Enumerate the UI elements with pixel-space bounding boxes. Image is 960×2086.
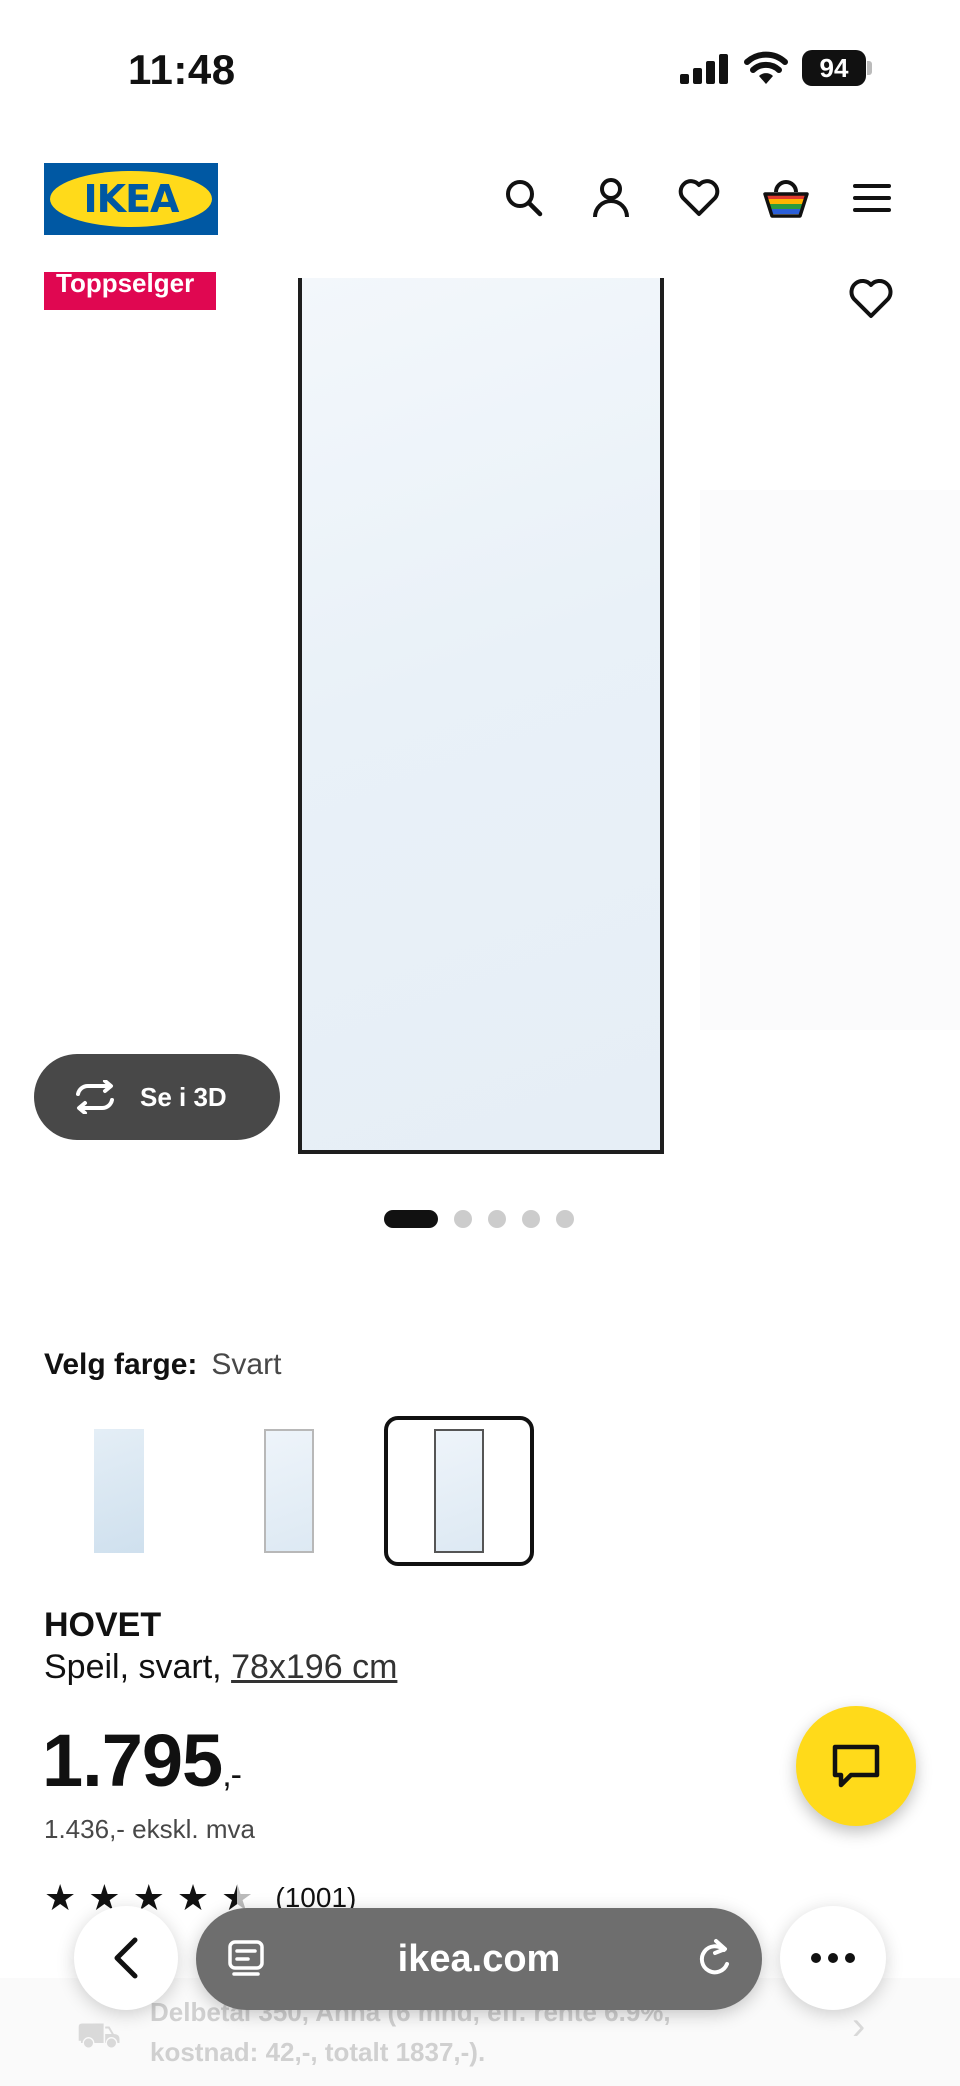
product-name: HOVET [44,1606,162,1644]
site-header: IKEA [0,150,960,250]
selected-color-value: Svart [211,1348,282,1381]
view-in-3d-label: Se i 3D [140,1081,227,1112]
star-icon: ★ [176,1877,210,1918]
favourites-icon[interactable] [673,172,725,224]
product-price: 1.795,- [42,1718,242,1803]
color-selector-label: Velg farge: Svart [44,1348,281,1382]
gallery-dot[interactable] [556,1210,574,1228]
browser-url[interactable]: ikea.com [196,1938,762,1981]
menu-icon[interactable] [846,172,898,224]
browser-back-button[interactable] [74,1906,178,2010]
search-icon[interactable] [498,172,550,224]
ikea-logo[interactable]: IKEA [44,163,218,235]
add-to-favourites-icon[interactable] [848,278,896,326]
gallery-dot[interactable] [454,1210,472,1228]
top-seller-badge: Toppselger [44,272,216,310]
cellular-signal-icon [680,54,728,84]
product-size-link[interactable]: 78x196 cm [231,1648,397,1686]
chevron-left-icon [114,1937,138,1979]
price-excluding-vat: 1.436,- ekskl. mva [44,1814,255,1844]
payment-icon: ⛟ [76,2014,122,2055]
swatch-image [264,1429,314,1553]
product-description: Speil, svart, 78x196 cm [44,1648,397,1687]
swatch-image [434,1429,484,1553]
chevron-right-icon: › [852,2004,866,2048]
gallery-pagination[interactable] [384,1210,574,1228]
top-seller-badge-label: Toppselger [56,272,195,298]
color-swatch-option-2[interactable] [214,1416,364,1566]
gallery-dot[interactable] [522,1210,540,1228]
price-suffix: ,- [222,1756,242,1794]
price-value: 1.795 [42,1719,223,1802]
color-swatch-selected[interactable] [384,1416,534,1566]
more-dot [845,1953,855,1963]
rotate-3d-icon [76,1080,114,1114]
more-dot [811,1953,821,1963]
browser-more-button[interactable] [780,1906,886,2010]
color-swatch-option-1[interactable] [44,1416,194,1566]
battery-cap [867,61,872,75]
product-description-text: Speil, svart, [44,1648,232,1686]
browser-address-bar[interactable]: ikea.com [196,1908,762,2010]
chat-icon [832,1744,880,1788]
gallery-dot[interactable] [488,1210,506,1228]
status-bar: 11:48 94 [0,0,960,130]
cart-icon[interactable] [760,172,812,224]
account-icon[interactable] [585,172,637,224]
logo-text: IKEA [83,177,180,221]
more-dot [828,1953,838,1963]
view-in-3d-button[interactable]: Se i 3D [34,1054,280,1140]
swatch-image [94,1429,144,1553]
wifi-icon [744,51,788,84]
battery-indicator: 94 [802,50,866,86]
status-time: 11:48 [128,46,236,93]
gallery-dot-active[interactable] [384,1210,438,1228]
chat-button[interactable] [796,1706,916,1826]
image-background [700,490,960,1030]
star-icon: ★ [44,1877,77,1918]
color-label-title: Velg farge: [44,1348,198,1381]
reload-icon[interactable] [694,1936,734,1980]
product-image-mirror[interactable] [298,278,664,1154]
